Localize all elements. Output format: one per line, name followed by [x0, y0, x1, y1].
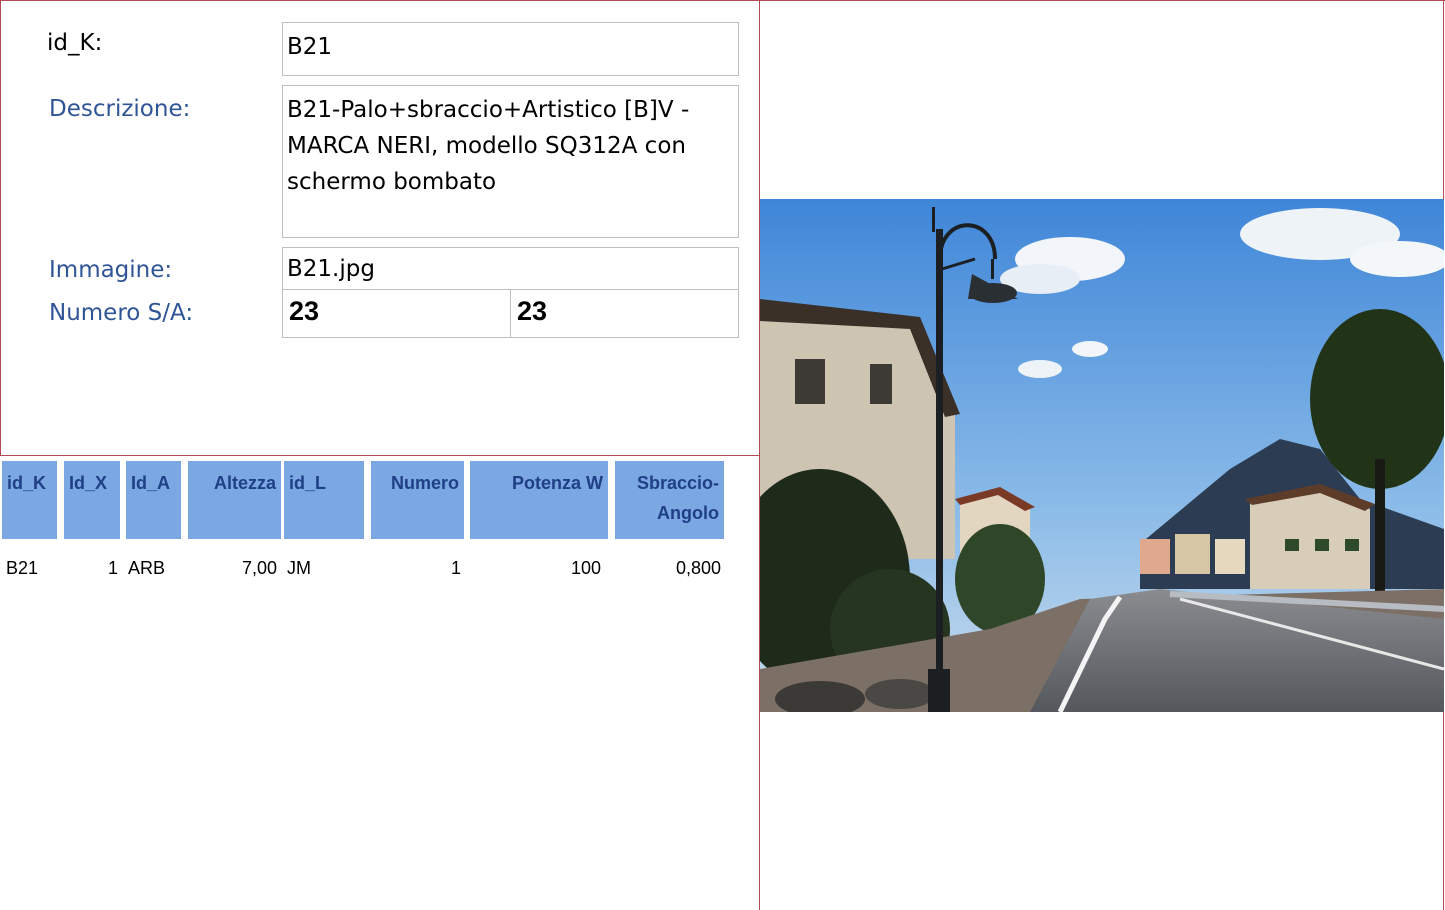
numero-s-field[interactable]: 23	[282, 289, 511, 338]
cell-sbraccio-angolo: 0,800	[675, 558, 721, 578]
descrizione-label: Descrizione:	[49, 96, 191, 122]
table-header-id-x: Id_X	[64, 461, 120, 539]
id-k-field[interactable]: B21	[282, 22, 739, 76]
table-header-id-a: Id_A	[126, 461, 181, 539]
table-header-potenza: Potenza W	[470, 461, 608, 539]
numero-a-field[interactable]: 23	[510, 289, 739, 338]
immagine-label: Immagine:	[49, 257, 173, 283]
numero-sa-label: Numero S/A:	[49, 300, 194, 326]
frame-top-border	[0, 0, 1445, 1]
street-lamp-photo	[760, 199, 1444, 712]
id-k-label: id_K:	[47, 30, 103, 56]
cell-potenza: 100	[570, 558, 601, 578]
table-header-id-l: id_L	[284, 461, 364, 539]
cell-id-l: JM	[287, 558, 311, 578]
table-header-id-k: id_K	[2, 461, 57, 539]
cell-numero: 1	[450, 558, 461, 578]
cell-id-a: ARB	[128, 558, 166, 578]
immagine-field[interactable]: B21.jpg	[282, 247, 739, 290]
cell-altezza: 7,00	[241, 558, 277, 578]
frame-divider-horizontal	[0, 455, 760, 456]
table-header-altezza: Altezza	[188, 461, 281, 539]
table-header-sbraccio-angolo: Sbraccio-Angolo	[615, 461, 724, 539]
cell-id-k: B21	[6, 558, 39, 578]
descrizione-field[interactable]: B21-Palo+sbraccio+Artistico [B]V - MARCA…	[282, 85, 739, 238]
cell-id-x: 1	[107, 558, 118, 578]
frame-left-border	[0, 0, 1, 455]
table-header-numero: Numero	[371, 461, 464, 539]
